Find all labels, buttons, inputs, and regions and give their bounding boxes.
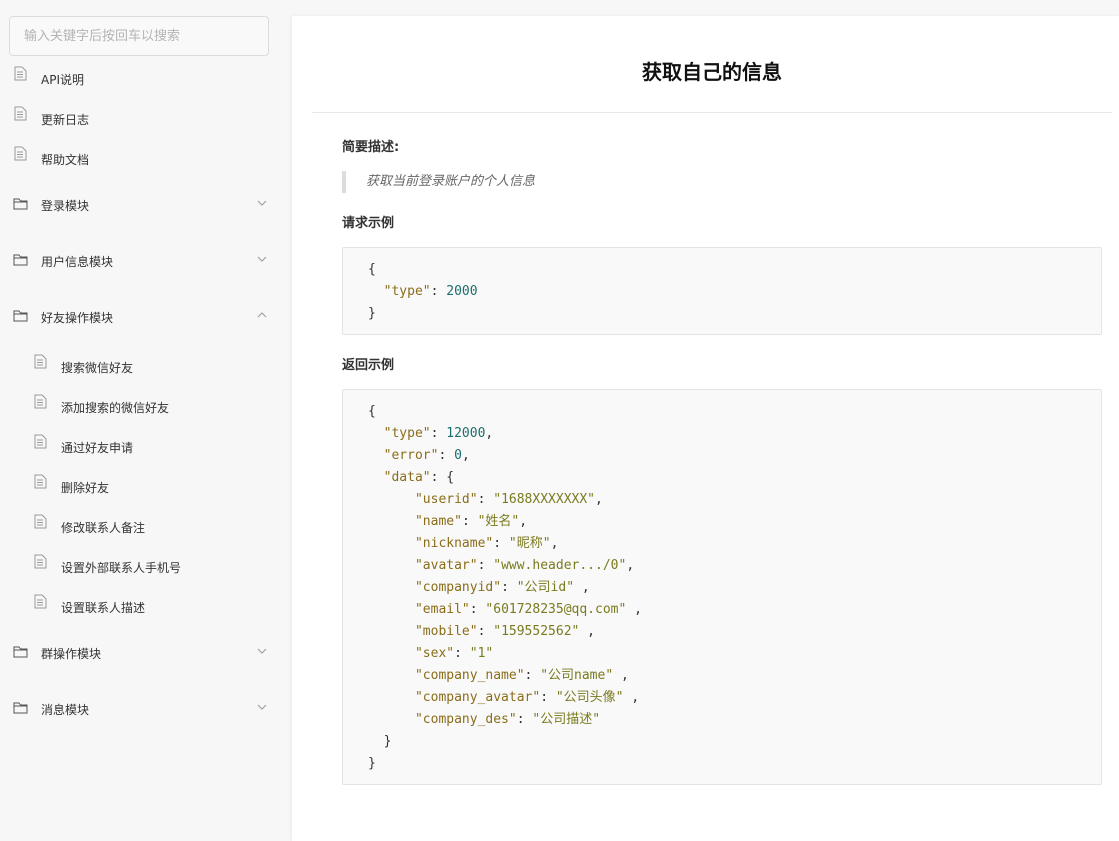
sidebar-item-label: 添加搜索的微信好友 bbox=[61, 401, 170, 415]
chevron-up-icon bbox=[257, 312, 267, 318]
sidebar-folder-user-info[interactable]: 用户信息模块 bbox=[0, 240, 290, 280]
code-line: "sex": "1" bbox=[414, 646, 494, 661]
request-heading: 请求示例 bbox=[342, 216, 395, 231]
chevron-down-icon bbox=[257, 256, 267, 262]
page-title: 获取自己的信息 bbox=[642, 60, 782, 84]
code-line: } bbox=[368, 756, 376, 771]
sidebar-item-help[interactable]: 帮助文档 bbox=[0, 138, 290, 178]
request-code-block: { "type": 2000} bbox=[342, 247, 1102, 335]
response-heading: 返回示例 bbox=[342, 358, 395, 373]
code-line: "email": "601728235@qq.com" , bbox=[414, 602, 642, 617]
folder-icon bbox=[13, 646, 28, 658]
code-line: } bbox=[368, 306, 376, 321]
document-icon bbox=[34, 354, 47, 369]
code-line: "company_name": "公司name" , bbox=[414, 668, 629, 683]
sidebar: API说明 更新日志 帮助文档 登录模块 用户信息模块 好友操作模块 搜索微信好… bbox=[0, 0, 290, 841]
sidebar-item-edit-remark[interactable]: 修改联系人备注 bbox=[0, 506, 290, 546]
sidebar-item-label: 通过好友申请 bbox=[61, 441, 134, 455]
sidebar-item-label: 修改联系人备注 bbox=[61, 521, 146, 535]
sidebar-item-accept-friend[interactable]: 通过好友申请 bbox=[0, 426, 290, 466]
sidebar-item-set-description[interactable]: 设置联系人描述 bbox=[0, 586, 290, 626]
code-line: "mobile": "159552562" , bbox=[414, 624, 595, 639]
sidebar-item-label: 用户信息模块 bbox=[41, 255, 114, 269]
code-line: "companyid": "公司id" , bbox=[414, 580, 590, 595]
document-icon bbox=[14, 66, 27, 81]
sidebar-item-label: 消息模块 bbox=[41, 703, 90, 717]
code-line: "avatar": "www.header.../0", bbox=[414, 558, 635, 573]
code-line: "type": 2000 bbox=[383, 284, 478, 299]
code-line: "userid": "1688XXXXXXX", bbox=[414, 492, 603, 507]
sidebar-item-label: 更新日志 bbox=[41, 113, 90, 127]
summary-heading: 简要描述: bbox=[342, 140, 400, 155]
code-line: { bbox=[368, 404, 376, 419]
chevron-down-icon bbox=[257, 648, 267, 654]
sidebar-item-add-friend[interactable]: 添加搜索的微信好友 bbox=[0, 386, 290, 426]
sidebar-item-label: 搜索微信好友 bbox=[61, 361, 134, 375]
sidebar-item-label: API说明 bbox=[41, 73, 84, 87]
document-icon bbox=[34, 394, 47, 409]
code-line: "company_avatar": "公司头像" , bbox=[414, 690, 640, 705]
sidebar-item-label: 好友操作模块 bbox=[41, 311, 114, 325]
code-line: "nickname": "昵称", bbox=[414, 536, 559, 551]
sidebar-item-label: 群操作模块 bbox=[41, 647, 102, 661]
code-line: "name": "姓名", bbox=[414, 514, 528, 529]
response-code-block: { "type": 12000, "error": 0, "data": { "… bbox=[342, 389, 1102, 785]
divider bbox=[312, 112, 1112, 113]
folder-icon bbox=[13, 198, 28, 210]
folder-icon bbox=[13, 310, 28, 322]
document-icon bbox=[14, 106, 27, 121]
sidebar-folder-message[interactable]: 消息模块 bbox=[0, 688, 290, 728]
sidebar-item-changelog[interactable]: 更新日志 bbox=[0, 98, 290, 138]
sidebar-folder-friends[interactable]: 好友操作模块 bbox=[0, 296, 290, 336]
sidebar-folder-group[interactable]: 群操作模块 bbox=[0, 632, 290, 672]
document-icon bbox=[34, 594, 47, 609]
document-icon bbox=[34, 474, 47, 489]
sidebar-item-label: 删除好友 bbox=[61, 481, 110, 495]
document-icon bbox=[14, 146, 27, 161]
document-icon bbox=[34, 434, 47, 449]
sidebar-item-set-phone[interactable]: 设置外部联系人手机号 bbox=[0, 546, 290, 586]
code-line: "error": 0, bbox=[383, 448, 470, 463]
code-line: "type": 12000, bbox=[383, 426, 494, 441]
chevron-down-icon bbox=[257, 704, 267, 710]
code-line: "data": { bbox=[383, 470, 455, 485]
document-icon bbox=[34, 554, 47, 569]
content-panel: 获取自己的信息 简要描述: 获取当前登录账户的个人信息 请求示例 { "type… bbox=[292, 16, 1119, 841]
summary-quote: 获取当前登录账户的个人信息 bbox=[342, 171, 535, 193]
code-line: "company_des": "公司描述" bbox=[414, 712, 601, 727]
sidebar-folder-login[interactable]: 登录模块 bbox=[0, 184, 290, 224]
sidebar-item-label: 设置联系人描述 bbox=[61, 601, 146, 615]
sidebar-item-delete-friend[interactable]: 删除好友 bbox=[0, 466, 290, 506]
folder-icon bbox=[13, 702, 28, 714]
sidebar-item-api[interactable]: API说明 bbox=[0, 58, 290, 98]
sidebar-item-label: 登录模块 bbox=[41, 199, 90, 213]
sidebar-item-label: 帮助文档 bbox=[41, 153, 90, 167]
code-line: } bbox=[368, 734, 392, 749]
chevron-down-icon bbox=[257, 200, 267, 206]
sidebar-item-search-friend[interactable]: 搜索微信好友 bbox=[0, 346, 290, 386]
search-input[interactable] bbox=[9, 16, 269, 56]
sidebar-item-label: 设置外部联系人手机号 bbox=[61, 561, 182, 575]
document-icon bbox=[34, 514, 47, 529]
code-line: { bbox=[368, 262, 376, 277]
folder-icon bbox=[13, 254, 28, 266]
